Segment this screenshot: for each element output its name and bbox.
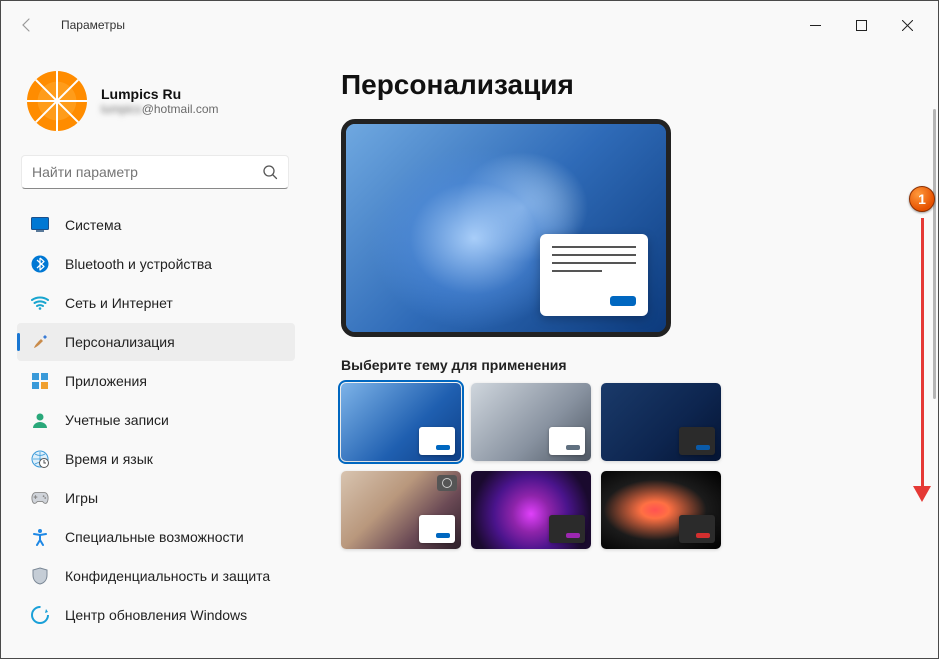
- sidebar: Lumpics Ru lumpics@hotmail.com Система B…: [1, 49, 311, 658]
- nav-label: Центр обновления Windows: [65, 607, 247, 623]
- preview-window-card: [540, 234, 648, 316]
- nav-label: Игры: [65, 490, 98, 506]
- sidebar-item-update[interactable]: Центр обновления Windows: [17, 596, 295, 634]
- gamepad-icon: [31, 489, 49, 507]
- sidebar-item-bluetooth[interactable]: Bluetooth и устройства: [17, 245, 295, 283]
- sidebar-item-personalization[interactable]: Персонализация: [17, 323, 295, 361]
- titlebar: Параметры: [1, 1, 938, 49]
- sidebar-item-gaming[interactable]: Игры: [17, 479, 295, 517]
- theme-option-red-flow[interactable]: [601, 471, 721, 549]
- nav-label: Учетные записи: [65, 412, 169, 428]
- search-box[interactable]: [21, 155, 289, 189]
- sidebar-item-time[interactable]: Время и язык: [17, 440, 295, 478]
- system-icon: [31, 216, 49, 234]
- sidebar-item-network[interactable]: Сеть и Интернет: [17, 284, 295, 322]
- theme-grid: [341, 383, 918, 549]
- minimize-button[interactable]: [792, 9, 838, 41]
- settings-window: Параметры Lumpics Ru lumpics@hotmail.com: [0, 0, 939, 659]
- nav-label: Персонализация: [65, 334, 175, 350]
- sidebar-item-accounts[interactable]: Учетные записи: [17, 401, 295, 439]
- update-icon: [31, 606, 49, 624]
- search-input[interactable]: [32, 164, 262, 180]
- sidebar-item-privacy[interactable]: Конфиденциальность и защита: [17, 557, 295, 595]
- nav-label: Bluetooth и устройства: [65, 256, 212, 272]
- arrow-left-icon: [19, 17, 35, 33]
- window-controls: [792, 9, 930, 41]
- search-icon: [262, 164, 278, 180]
- nav-list: Система Bluetooth и устройства Сеть и Ин…: [1, 205, 305, 658]
- arrow-line: [921, 218, 924, 488]
- theme-option-purple-glow[interactable]: [471, 471, 591, 549]
- close-button[interactable]: [884, 9, 930, 41]
- sidebar-item-system[interactable]: Система: [17, 206, 295, 244]
- nav-label: Приложения: [65, 373, 147, 389]
- desktop-preview: [341, 119, 671, 337]
- step-badge: 1: [909, 186, 935, 212]
- theme-option-spotlight[interactable]: [341, 471, 461, 549]
- accessibility-icon: [31, 528, 49, 546]
- theme-option-light-blue[interactable]: [341, 383, 461, 461]
- annotation-overlay: 1: [909, 186, 935, 502]
- person-icon: [31, 411, 49, 429]
- camera-icon: [437, 475, 457, 491]
- profile-email: lumpics@hotmail.com: [101, 102, 219, 116]
- nav-label: Время и язык: [65, 451, 153, 467]
- arrow-down-icon: [913, 486, 931, 502]
- wifi-icon: [31, 294, 49, 312]
- maximize-icon: [856, 20, 867, 31]
- back-button[interactable]: [9, 7, 45, 43]
- content-area: Персонализация Выберите тему для примене…: [311, 49, 938, 658]
- apps-icon: [31, 372, 49, 390]
- close-icon: [902, 20, 913, 31]
- minimize-icon: [810, 20, 821, 31]
- sidebar-item-accessibility[interactable]: Специальные возможности: [17, 518, 295, 556]
- clock-globe-icon: [31, 450, 49, 468]
- nav-label: Система: [65, 217, 121, 233]
- bluetooth-icon: [31, 255, 49, 273]
- sidebar-item-apps[interactable]: Приложения: [17, 362, 295, 400]
- theme-option-dark-blue[interactable]: [601, 383, 721, 461]
- nav-label: Специальные возможности: [65, 529, 244, 545]
- page-title: Персонализация: [341, 69, 918, 101]
- profile-block[interactable]: Lumpics Ru lumpics@hotmail.com: [1, 49, 305, 151]
- shield-icon: [31, 567, 49, 585]
- profile-name: Lumpics Ru: [101, 86, 219, 102]
- nav-label: Конфиденциальность и защита: [65, 568, 270, 584]
- theme-option-gray[interactable]: [471, 383, 591, 461]
- nav-label: Сеть и Интернет: [65, 295, 173, 311]
- brush-icon: [31, 333, 49, 351]
- maximize-button[interactable]: [838, 9, 884, 41]
- avatar: [27, 71, 87, 131]
- theme-section-label: Выберите тему для применения: [341, 357, 918, 373]
- window-title: Параметры: [61, 18, 125, 32]
